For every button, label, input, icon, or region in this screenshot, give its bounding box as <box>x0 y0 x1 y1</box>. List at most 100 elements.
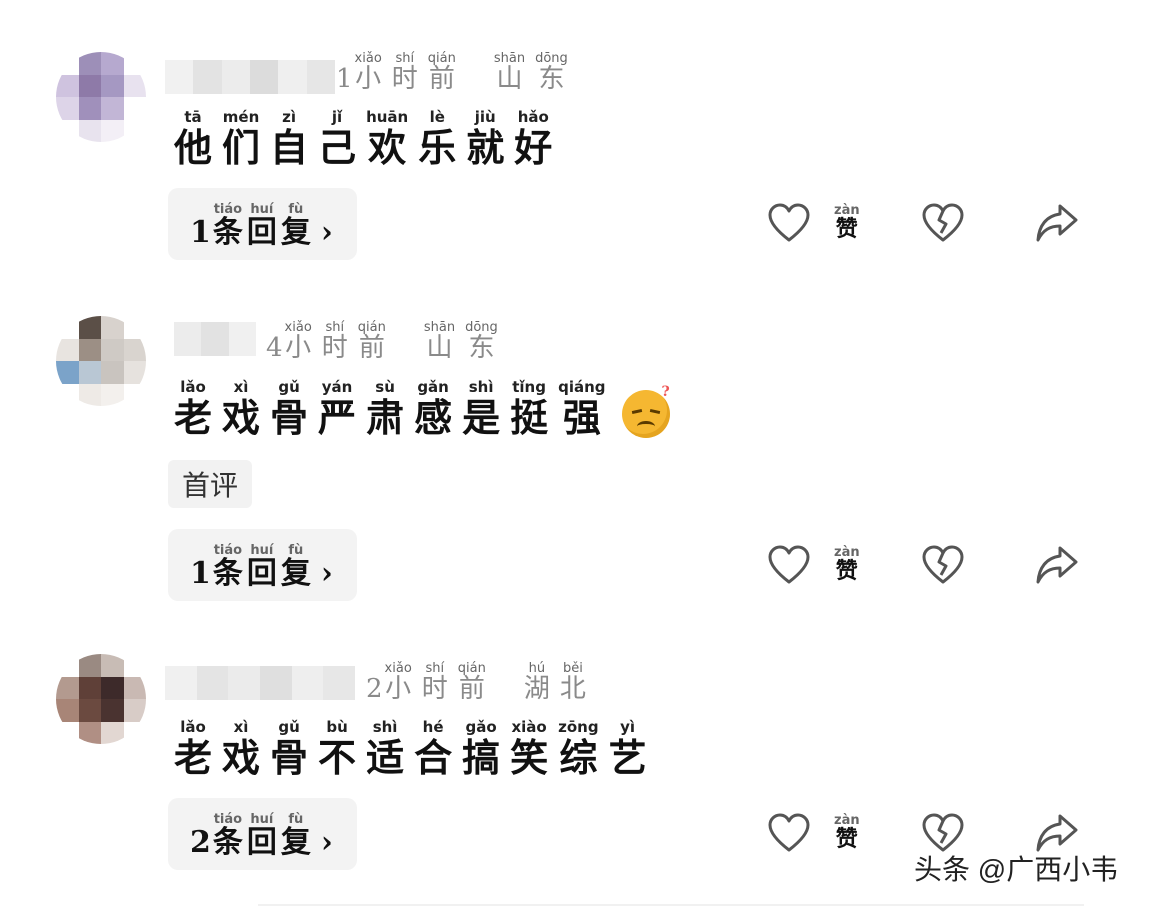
comment-char: huān 欢 <box>366 110 408 168</box>
reply-label-char: 复 <box>280 824 311 860</box>
comment-char: qiáng 强 <box>558 380 605 438</box>
hanzi: 肃 <box>366 395 405 440</box>
hanzi: 骨 <box>270 735 309 780</box>
location: hú 湖 běi 北 <box>523 661 586 704</box>
comment-actions: zàn 赞 <box>766 200 1080 246</box>
comment-text: lǎo 老 xì 戏 gǔ 骨 bù 不 shì 适 hé 合 gǎo 搞 xiào 笑 zōng 综 yì 艺 <box>174 720 657 778</box>
comment-char: xì 戏 <box>222 720 260 778</box>
comment-char: gǎo 搞 <box>462 720 500 778</box>
comment-char: gǎn 感 <box>414 380 452 438</box>
username-blurred[interactable] <box>165 60 335 94</box>
comment-meta: 1 xiǎo 小 shí 时 qián 前 shān 山 dōng 东 <box>336 52 578 93</box>
timestamp: 1 xiǎo 小 shí 时 qián 前 <box>336 51 456 94</box>
username-blurred[interactable] <box>165 666 356 700</box>
hanzi: 强 <box>562 395 601 440</box>
comment-text: lǎo 老 xì 戏 gǔ 骨 yán 严 sù 肃 gǎn 感 shì 是 tǐng 挺 qiáng 强? <box>174 380 670 438</box>
hanzi: 老 <box>174 395 213 440</box>
like-text: 赞 <box>835 558 858 585</box>
comment-char: yì 艺 <box>609 720 647 778</box>
comment-char: gǔ 骨 <box>270 720 308 778</box>
hanzi: 己 <box>318 125 357 170</box>
comment-char: gǔ 骨 <box>270 380 308 438</box>
timestamp: 2 xiǎo 小 shí 时 qián 前 <box>366 661 486 704</box>
hanzi: 戏 <box>222 395 261 440</box>
hanzi: 老 <box>174 735 213 780</box>
avatar[interactable] <box>56 52 146 142</box>
hanzi: 感 <box>414 395 453 440</box>
comment-char: tǐng 挺 <box>510 380 548 438</box>
comment-char: bù 不 <box>318 720 356 778</box>
comment-char: zì 自 <box>270 110 308 168</box>
watermark: 头条 @广西小韦 <box>914 854 1119 885</box>
timestamp-number: 1 <box>336 64 353 94</box>
hanzi: 戏 <box>222 735 261 780</box>
broken-heart-icon[interactable] <box>920 542 966 588</box>
hanzi: 骨 <box>270 395 309 440</box>
reply-label-char: 回 <box>246 824 277 860</box>
broken-heart-icon[interactable] <box>920 200 966 246</box>
view-replies-button[interactable]: 2 tiáo 条 huí 回 fù 复 › <box>168 798 357 870</box>
heart-icon[interactable] <box>766 200 812 246</box>
comment-text: tā 他 mén 们 zì 自 jǐ 己 huān 欢 lè 乐 jiù 就 hǎo 好 <box>174 110 562 168</box>
view-replies-button[interactable]: 1 tiáo 条 huí 回 fù 复 › <box>168 529 357 601</box>
first-comment-badge: 首评 <box>168 460 253 508</box>
timestamp: 4 xiǎo 小 shí 时 qián 前 <box>266 320 386 363</box>
reply-label-char: 复 <box>280 555 311 591</box>
hanzi: 合 <box>414 735 453 780</box>
reply-label-char: 复 <box>280 214 311 250</box>
reply-label-char: 条 <box>212 214 243 250</box>
reply-label-char: 回 <box>246 214 277 250</box>
chevron-right-icon: › <box>320 555 333 591</box>
comment-meta: 2 xiǎo 小 shí 时 qián 前 hú 湖 běi 北 <box>366 662 596 703</box>
heart-icon[interactable] <box>766 810 812 856</box>
reply-label-char: 条 <box>212 824 243 860</box>
like-label[interactable]: zàn 赞 <box>834 204 860 241</box>
comment-char: zōng 综 <box>558 720 598 778</box>
hanzi: 自 <box>270 125 309 170</box>
reply-count: 2 <box>190 824 211 860</box>
reply-count: 1 <box>190 555 211 591</box>
share-arrow-icon[interactable] <box>1034 542 1080 588</box>
username-blurred[interactable] <box>174 322 256 356</box>
comment-char: sù 肃 <box>366 380 404 438</box>
chevron-right-icon: › <box>320 824 333 860</box>
hanzi: 他 <box>174 125 213 170</box>
chevron-right-icon: › <box>320 214 333 250</box>
comment-char: lè 乐 <box>418 110 456 168</box>
hanzi: 不 <box>318 735 357 780</box>
comment-char: shì 适 <box>366 720 404 778</box>
comment-char: mén 们 <box>222 110 260 168</box>
hanzi: 们 <box>222 125 261 170</box>
share-arrow-icon[interactable] <box>1034 200 1080 246</box>
hanzi: 严 <box>318 395 357 440</box>
reply-label-char: 回 <box>246 555 277 591</box>
hanzi: 艺 <box>608 735 647 780</box>
location: shān 山 dōng 东 <box>423 320 498 363</box>
like-text: 赞 <box>835 216 858 243</box>
comment-char: hé 合 <box>414 720 452 778</box>
avatar[interactable] <box>56 316 146 406</box>
sleepy-face-icon: ? <box>621 384 670 438</box>
heart-icon[interactable] <box>766 542 812 588</box>
hanzi: 笑 <box>510 735 549 780</box>
comment-char: jǐ 己 <box>318 110 356 168</box>
hanzi: 乐 <box>418 125 457 170</box>
hanzi: 就 <box>466 125 505 170</box>
location: shān 山 dōng 东 <box>493 51 568 94</box>
hanzi: 好 <box>514 125 553 170</box>
comment-char: xì 戏 <box>222 380 260 438</box>
avatar[interactable] <box>56 654 146 744</box>
hanzi: 挺 <box>510 395 549 440</box>
comment-char: hǎo 好 <box>514 110 552 168</box>
hanzi: 搞 <box>462 735 501 780</box>
comment-char: lǎo 老 <box>174 380 212 438</box>
like-label[interactable]: zàn 赞 <box>834 546 860 583</box>
comment-char: jiù 就 <box>466 110 504 168</box>
view-replies-button[interactable]: 1 tiáo 条 huí 回 fù 复 › <box>168 188 357 260</box>
like-label[interactable]: zàn 赞 <box>834 814 860 851</box>
comment-char: shì 是 <box>462 380 500 438</box>
like-text: 赞 <box>835 826 858 853</box>
reply-count: 1 <box>190 214 211 250</box>
comment-actions: zàn 赞 <box>766 542 1080 588</box>
comment-meta: 4 xiǎo 小 shí 时 qián 前 shān 山 dōng 东 <box>266 321 508 362</box>
